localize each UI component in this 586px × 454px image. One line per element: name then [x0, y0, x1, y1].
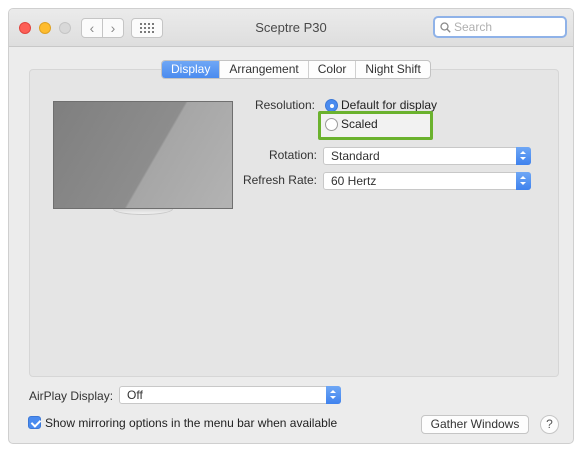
- rotation-label: Rotation:: [268, 148, 317, 162]
- gather-windows-button[interactable]: Gather Windows: [421, 415, 529, 434]
- search-input[interactable]: [454, 20, 559, 34]
- display-preview-image: [53, 101, 233, 209]
- radio-default-label: Default for display: [341, 98, 438, 112]
- refresh-rate-select[interactable]: 60 Hertz: [323, 172, 531, 190]
- refresh-rate-label: Refresh Rate:: [242, 173, 317, 187]
- tab-night-shift[interactable]: Night Shift: [355, 61, 429, 78]
- select-arrows-icon: [326, 386, 341, 404]
- tab-display[interactable]: Display: [162, 61, 220, 78]
- search-icon: [440, 21, 451, 33]
- mirroring-label: Show mirroring options in the menu bar w…: [45, 416, 338, 430]
- radio-scaled-label: Scaled: [341, 117, 378, 131]
- radio-scaled[interactable]: [325, 118, 338, 131]
- airplay-value: Off: [127, 388, 143, 402]
- rotation-select[interactable]: Standard: [323, 147, 531, 165]
- refresh-rate-value: 60 Hertz: [331, 174, 377, 188]
- tab-color[interactable]: Color: [307, 61, 356, 78]
- mirroring-checkbox[interactable]: [28, 416, 41, 429]
- tab-arrangement[interactable]: Arrangement: [219, 61, 307, 78]
- select-arrows-icon: [516, 172, 531, 190]
- help-button[interactable]: ?: [540, 415, 559, 434]
- tab-bar: Display Arrangement Color Night Shift: [161, 60, 431, 79]
- title-bar: ‹ › Sceptre P30: [9, 9, 573, 47]
- select-arrows-icon: [516, 147, 531, 165]
- airplay-select[interactable]: Off: [119, 386, 341, 404]
- resolution-label: Resolution:: [254, 98, 315, 112]
- rotation-value: Standard: [331, 149, 380, 163]
- preferences-window: ‹ › Sceptre P30 Display Arrangemen: [8, 8, 574, 444]
- search-field[interactable]: [433, 16, 567, 38]
- airplay-label: AirPlay Display:: [29, 389, 114, 403]
